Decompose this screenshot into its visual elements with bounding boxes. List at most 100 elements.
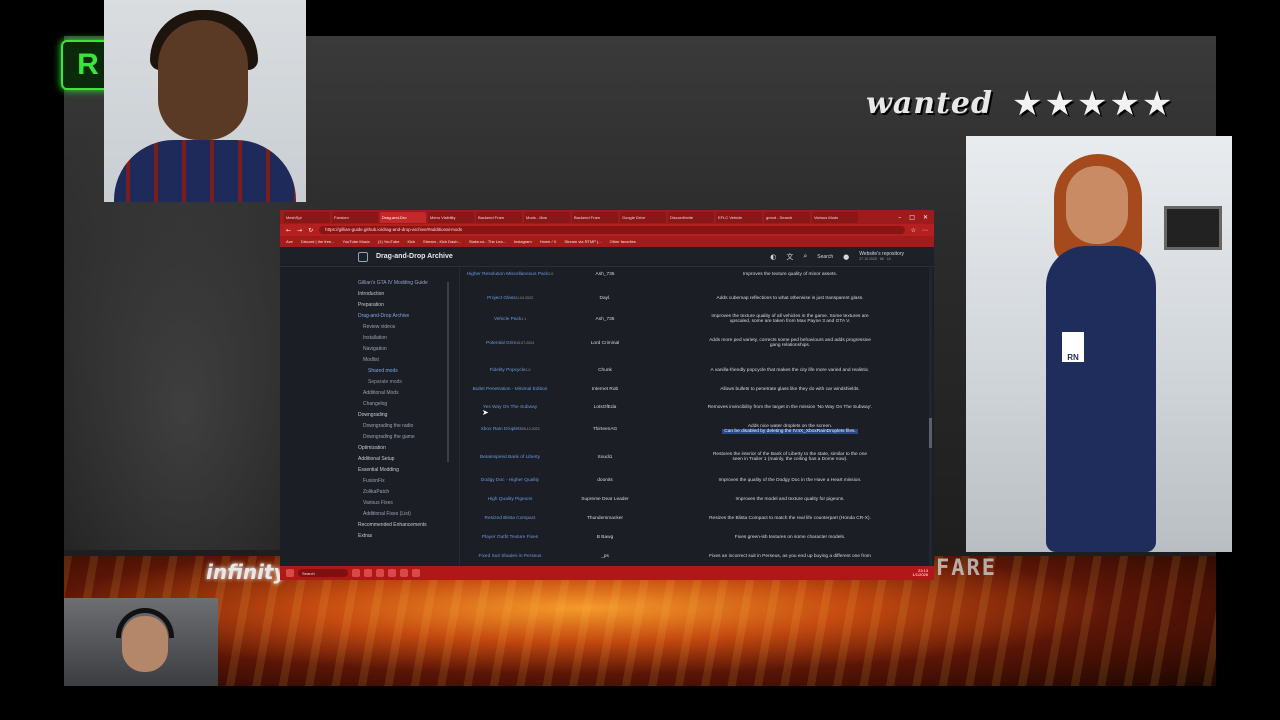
sidebar-item[interactable]: ZolikaPatch [358, 489, 459, 500]
bookmark-item[interactable]: Other favorites [610, 239, 636, 244]
page-content: Gillian's GTA IV Modding Guide Introducti… [280, 268, 934, 566]
sidebar-item[interactable]: Modlist [358, 357, 459, 368]
mod-name-link[interactable]: Vehicle Pack1.1 [460, 317, 560, 322]
menu-icon[interactable]: ⋯ [922, 227, 928, 234]
theme-toggle-icon[interactable]: ◐ [770, 253, 776, 261]
bookmark-item[interactable]: Stream via RTMP (... [564, 239, 601, 244]
sidebar-item[interactable]: Gillian's GTA IV Modding Guide [358, 280, 459, 291]
browser-tab[interactable]: DiscordInvite [668, 211, 714, 223]
mod-description-line: Allows bullets to penetrate glass like t… [720, 387, 860, 392]
tab-bar: MeshSpi Fandom Drag-and-Dro Menu Visibility… [280, 210, 934, 224]
mod-name: Player Outfit Texture Fixes [481, 535, 539, 540]
browser-tab[interactable]: Menu Visibility [428, 211, 474, 223]
close-icon[interactable]: ✕ [923, 214, 928, 221]
sidebar-item[interactable]: Downgrading [358, 412, 459, 423]
browser-tab[interactable]: Google Drive [620, 211, 666, 223]
sidebar-item[interactable]: Extras [358, 533, 459, 544]
sidebar-item[interactable]: Recommended Enhancements [358, 522, 459, 533]
browser-tab[interactable]: Backend Fram [476, 211, 522, 223]
edge-icon[interactable] [376, 569, 384, 577]
mod-name-link[interactable]: Yes Way On The Subway [460, 405, 560, 410]
sidebar-item[interactable]: Downgrading the game [358, 434, 459, 445]
mod-version: 15.07.2024 [516, 340, 534, 345]
sidebar-item[interactable]: Introduction [358, 291, 459, 302]
mod-description: Resizes the Blista Compact to match the … [650, 516, 930, 521]
site-title[interactable]: Drag-and-Drop Archive [376, 253, 453, 260]
url-input[interactable]: https://gillian-guide.github.io/drag-and… [319, 226, 905, 234]
bookmark-item[interactable]: (1) YouTube [378, 239, 400, 244]
mod-name-link[interactable]: Xbox Rain Droplets05.12.2023 [460, 427, 560, 432]
sidebar-item[interactable]: Essential Modding [358, 467, 459, 478]
browser-tab[interactable]: Various Mods [812, 211, 858, 223]
browser-tab[interactable]: gmod - Search [764, 211, 810, 223]
obs-icon[interactable] [412, 569, 420, 577]
bookmark-item[interactable]: Discord | the free... [301, 239, 335, 244]
sidebar-item[interactable]: Shared mods [358, 368, 459, 379]
browser-tab[interactable]: Backend Fram [572, 211, 618, 223]
bookmark-item[interactable]: Kick [407, 239, 415, 244]
table-row: Dodgy Doc - Higher Quality doonits Improve… [460, 478, 934, 483]
forward-icon[interactable]: → [297, 227, 302, 234]
mod-description-line: Removes invincibility from the target in… [707, 405, 873, 410]
mod-name-link[interactable]: Betainspired Bank of Liberty [460, 455, 560, 460]
sidebar-item[interactable]: Review videos [358, 324, 459, 335]
mod-name-link[interactable]: Bullet Penetration - Minimal Edition [460, 387, 560, 392]
sidebar-item[interactable]: Additional Fixes (List) [358, 511, 459, 522]
bookmark-item[interactable]: Ave [286, 239, 293, 244]
mod-name-link[interactable]: Dodgy Doc - Higher Quality [460, 478, 560, 483]
bookmark-item[interactable]: Stake.us - The Lea... [469, 239, 506, 244]
translate-icon[interactable]: 文 [786, 252, 793, 262]
github-icon[interactable]: ● [843, 253, 849, 261]
mod-name-link[interactable]: Player Outfit Texture Fixes [460, 535, 560, 540]
star-icon[interactable]: ☆ [911, 227, 916, 234]
page-scrollbar[interactable] [929, 268, 932, 566]
taskbar-search[interactable]: Search [298, 569, 348, 577]
site-logo-icon[interactable] [358, 251, 368, 262]
discord-icon[interactable] [388, 569, 396, 577]
sidebar-item[interactable]: Preparation [358, 302, 459, 313]
sidebar-item[interactable]: Optimization [358, 445, 459, 456]
mod-name-link[interactable]: Potential Grim15.07.2024 [460, 341, 560, 346]
mod-name-link[interactable]: Higher Resolution Miscellaneous Pack2.0 [460, 272, 560, 277]
mod-name-link[interactable]: High Quality Pigeons [460, 497, 560, 502]
back-icon[interactable]: ← [286, 227, 291, 234]
mod-name-link[interactable]: Fidelity Popcycle1.0 [460, 368, 560, 373]
search-icon[interactable]: ⌕ [803, 252, 807, 261]
maximize-icon[interactable]: □ [909, 214, 915, 221]
repo-link[interactable]: Website's repository 27.10.2025 · 86 · 1… [859, 251, 904, 262]
sidebar-scrollbar[interactable] [447, 282, 449, 462]
mod-name-link[interactable]: Project Glass11.04.2023 [460, 296, 560, 301]
mod-name-link[interactable]: Resized Blista Compact [460, 516, 560, 521]
browser-tab[interactable]: MeshSpi [284, 211, 330, 223]
sidebar-item[interactable]: Changelog [358, 401, 459, 412]
sidebar-item[interactable]: Additional Mods [358, 390, 459, 401]
sidebar-item[interactable]: Downgrading the radio [358, 423, 459, 434]
sidebar-item[interactable]: Various Fixes [358, 500, 459, 511]
repo-meta: 27.10.2025 · 86 · 10 [859, 256, 891, 261]
infinity-logo: infinity [206, 560, 287, 584]
start-icon[interactable] [286, 569, 294, 577]
bookmark-item[interactable]: Stream - Kick Dash... [423, 239, 461, 244]
chrome-icon[interactable] [400, 569, 408, 577]
bookmark-item[interactable]: Instagram [514, 239, 532, 244]
mod-name-link[interactable]: Fixed Suit Shades in Perseus [460, 554, 560, 559]
sidebar-item[interactable]: Drag-and-Drop Archive [358, 313, 459, 324]
bookmark-item[interactable]: Home / X [540, 239, 557, 244]
minimize-icon[interactable]: – [898, 214, 901, 221]
taskview-icon[interactable] [352, 569, 360, 577]
sidebar-item[interactable]: Separate mods [358, 379, 459, 390]
search-button[interactable]: Search [817, 254, 833, 260]
browser-tab[interactable]: Mods - Ittus [524, 211, 570, 223]
sidebar-item[interactable]: FusionFix [358, 478, 459, 489]
sidebar-item[interactable]: Installation [358, 335, 459, 346]
mod-description: Improves the texture quality of all vehi… [650, 314, 930, 324]
mod-author: Lord Criminal [590, 340, 620, 346]
sidebar-item[interactable]: Navigation [358, 346, 459, 357]
sidebar-item[interactable]: Additional Setup [358, 456, 459, 467]
browser-tab[interactable]: Fandom [332, 211, 378, 223]
browser-tab[interactable]: Drag-and-Dro [380, 211, 426, 223]
reload-icon[interactable]: ↻ [308, 227, 313, 234]
file-explorer-icon[interactable] [364, 569, 372, 577]
bookmark-item[interactable]: YouTube Music [343, 239, 370, 244]
browser-tab[interactable]: EFLC Vehicle [716, 211, 762, 223]
